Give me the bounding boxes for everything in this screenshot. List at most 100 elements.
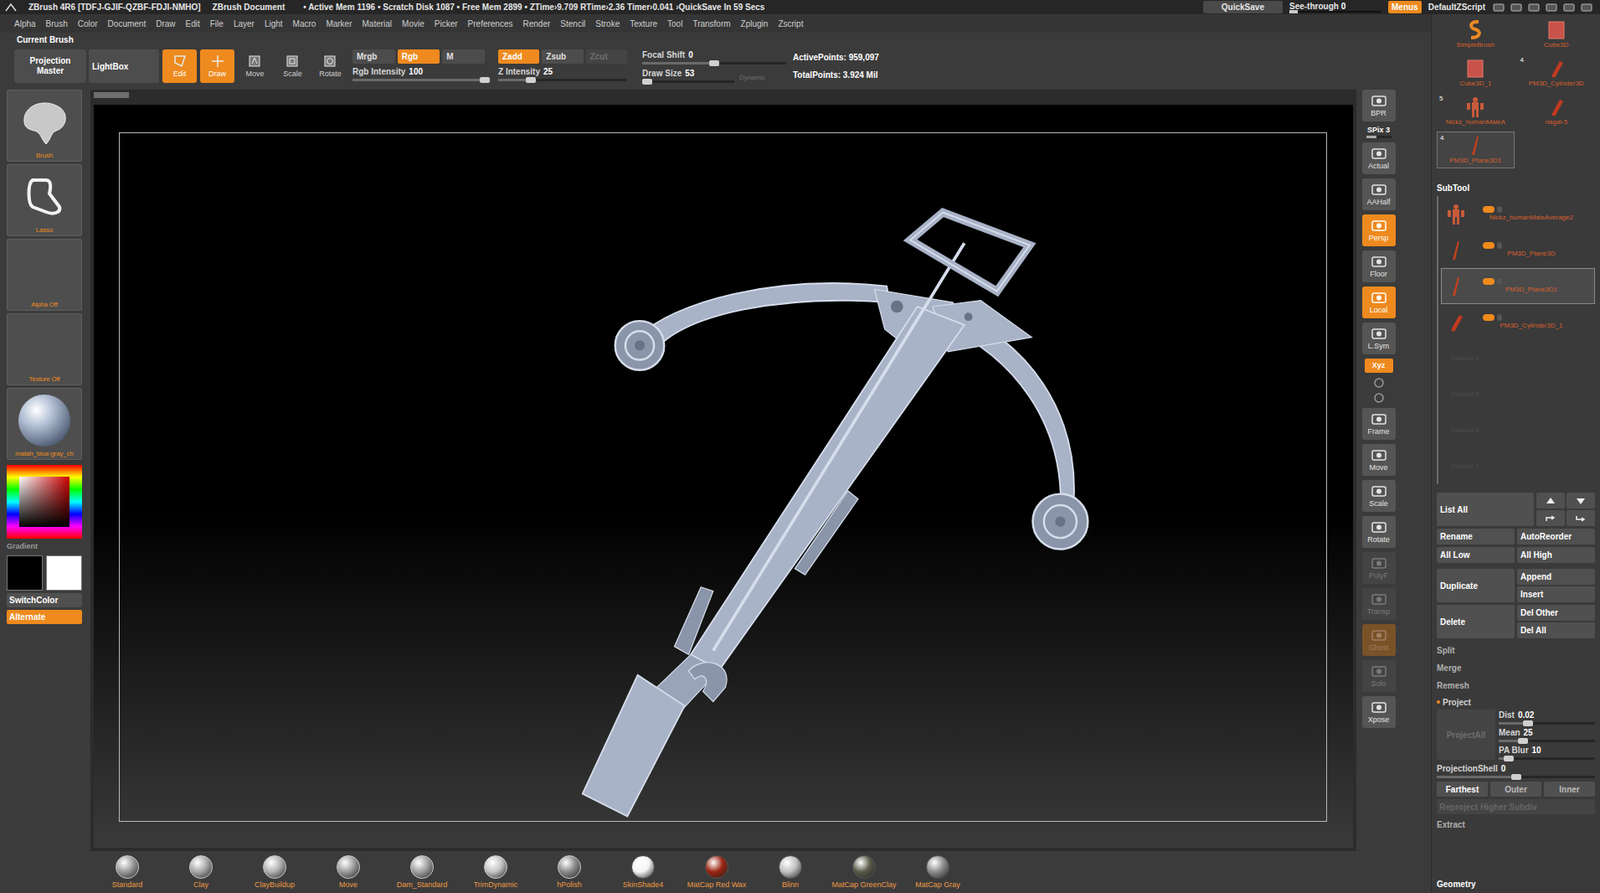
subtool-section[interactable]: Split bbox=[1436, 641, 1595, 659]
view-button[interactable]: Ghost bbox=[1362, 623, 1396, 656]
shell-mode-button[interactable]: Inner bbox=[1543, 781, 1595, 797]
menu-item[interactable]: Tool bbox=[667, 17, 683, 31]
window-control-icon[interactable] bbox=[1579, 2, 1594, 13]
tray-button[interactable]: List All bbox=[1436, 492, 1534, 526]
subtool-section[interactable]: Remesh bbox=[1436, 676, 1595, 695]
xyz-toggle[interactable]: Xyz bbox=[1364, 358, 1394, 373]
bottom-shelf-item[interactable]: SkinShade4 bbox=[606, 854, 680, 890]
view-button[interactable]: Scale bbox=[1362, 479, 1396, 512]
arrow-button[interactable] bbox=[1566, 509, 1595, 526]
shell-mode-button[interactable]: Outer bbox=[1490, 781, 1542, 797]
switch-color-button[interactable]: SwitchColor bbox=[6, 592, 83, 608]
slider[interactable]: Focal Shift0 bbox=[642, 49, 787, 65]
subtool-section[interactable]: Merge bbox=[1436, 658, 1595, 677]
view-button[interactable]: L.Sym bbox=[1362, 322, 1396, 355]
projection-master-button[interactable]: Projection Master bbox=[14, 49, 87, 83]
tray-button[interactable]: Insert bbox=[1517, 586, 1595, 602]
shell-mode-button[interactable]: Farthest bbox=[1436, 781, 1488, 797]
extract-section[interactable]: Extract bbox=[1436, 815, 1595, 833]
rotate-axis-icon[interactable] bbox=[1373, 391, 1385, 404]
spix-slider[interactable]: SPix 3 bbox=[1362, 125, 1396, 139]
slider-track[interactable] bbox=[498, 78, 628, 82]
mode-button[interactable]: Scale bbox=[275, 49, 310, 83]
view-button[interactable]: Xpose bbox=[1362, 695, 1396, 728]
tray-button[interactable]: AutoReorder bbox=[1517, 528, 1595, 545]
tray-button[interactable]: Del All bbox=[1517, 622, 1595, 638]
slider[interactable]: Dist0.02 bbox=[1498, 709, 1595, 725]
tool-thumbnail[interactable]: Cube3D bbox=[1517, 15, 1596, 53]
bottom-shelf-item[interactable]: Blinn bbox=[753, 854, 828, 890]
menu-item[interactable]: Preferences bbox=[468, 17, 514, 31]
toggle-button[interactable]: Zsub bbox=[541, 49, 583, 64]
toggle-button[interactable]: Zadd bbox=[498, 49, 540, 64]
crossbow-model[interactable] bbox=[90, 89, 1357, 851]
view-button[interactable]: Solo bbox=[1362, 659, 1396, 692]
bottom-shelf-item[interactable]: Move bbox=[311, 854, 386, 890]
project-section[interactable]: Project bbox=[1436, 694, 1595, 710]
arrow-button[interactable] bbox=[1566, 492, 1595, 509]
visibility-toggle[interactable] bbox=[1482, 241, 1495, 249]
bottom-shelf-item[interactable]: MatCap GreenClay bbox=[827, 854, 901, 890]
tool-thumbnail[interactable]: nagai-5 bbox=[1517, 92, 1596, 130]
visibility-toggle[interactable] bbox=[1482, 205, 1495, 213]
bottom-shelf-item[interactable]: hPolish bbox=[532, 854, 607, 890]
view-button[interactable]: Transp bbox=[1362, 587, 1396, 620]
view-button[interactable]: Persp bbox=[1362, 214, 1396, 247]
bottom-shelf-item[interactable]: Dam_Standard bbox=[385, 854, 459, 890]
slider[interactable]: PA Blur10 bbox=[1498, 744, 1595, 760]
slider[interactable]: Rgb Intensity100 bbox=[352, 66, 485, 82]
tray-button[interactable]: Del Other bbox=[1517, 604, 1595, 621]
bottom-shelf-item[interactable]: MatCap Gray bbox=[900, 854, 975, 890]
subtool-row[interactable]: PM3D_Plane3D1 bbox=[1440, 267, 1595, 304]
bottom-shelf-item[interactable]: TrimDynamic bbox=[458, 854, 533, 890]
slider-track[interactable] bbox=[642, 80, 735, 83]
tray-button[interactable]: All High bbox=[1517, 546, 1595, 563]
alternate-button[interactable]: Alternate bbox=[6, 609, 83, 624]
rotate-axis-icon[interactable] bbox=[1373, 376, 1385, 389]
tool-thumbnail[interactable]: 5Nickz_humanMaleA bbox=[1436, 92, 1515, 130]
menu-item[interactable]: Movie bbox=[401, 17, 425, 31]
menu-item[interactable]: Material bbox=[362, 17, 393, 31]
toggle-button[interactable]: M bbox=[442, 49, 485, 64]
window-control-icon[interactable] bbox=[1509, 2, 1523, 13]
slider-track[interactable] bbox=[642, 61, 787, 65]
menu-item[interactable]: Transform bbox=[692, 17, 731, 31]
tray-button[interactable]: Duplicate bbox=[1436, 568, 1515, 602]
menu-item[interactable]: Marker bbox=[325, 17, 352, 31]
shelf-thumbnail[interactable]: matah_blue-gray_ch bbox=[6, 387, 83, 460]
toggle-button[interactable]: Rgb bbox=[397, 49, 441, 64]
menu-item[interactable]: Color bbox=[77, 17, 98, 31]
menu-item[interactable]: File bbox=[210, 17, 224, 31]
view-button[interactable]: Rotate bbox=[1362, 515, 1396, 548]
menu-item[interactable]: Stroke bbox=[595, 17, 620, 31]
color-swatch[interactable] bbox=[6, 555, 43, 591]
project-all-button[interactable]: ProjectAll bbox=[1436, 709, 1496, 760]
tray-button[interactable]: Append bbox=[1517, 568, 1595, 585]
bottom-shelf-item[interactable]: MatCap Red Wax bbox=[679, 854, 754, 890]
view-button[interactable]: Move bbox=[1362, 443, 1396, 476]
window-control-icon[interactable] bbox=[1544, 2, 1559, 13]
view-button[interactable]: Actual bbox=[1362, 142, 1396, 175]
mode-button[interactable]: Move bbox=[237, 49, 273, 83]
arrow-button[interactable] bbox=[1536, 509, 1565, 526]
slider-track[interactable] bbox=[1436, 775, 1595, 778]
slider-track[interactable] bbox=[1498, 721, 1595, 725]
window-control-icon[interactable] bbox=[1527, 2, 1541, 13]
tool-thumbnail[interactable]: 4PM3D_Cylinder3D bbox=[1517, 54, 1596, 92]
view-button[interactable]: Frame bbox=[1362, 407, 1396, 440]
bottom-shelf-item[interactable]: Clay bbox=[164, 854, 238, 890]
visibility-toggle[interactable] bbox=[1482, 313, 1495, 321]
window-control-icon[interactable] bbox=[1491, 2, 1506, 13]
menu-item[interactable]: Macro bbox=[293, 17, 317, 31]
slider[interactable]: ProjectionShell0 bbox=[1436, 762, 1595, 778]
slider-track[interactable] bbox=[352, 78, 485, 82]
menu-item[interactable]: Edit bbox=[185, 17, 201, 31]
quicksave-button[interactable]: QuickSave bbox=[1203, 0, 1283, 14]
bottom-shelf-item[interactable]: ClayBuildup bbox=[237, 854, 312, 890]
subtool-header[interactable]: SubTool bbox=[1436, 181, 1595, 195]
tool-thumbnail[interactable]: Cube3D_1 bbox=[1436, 54, 1515, 92]
menu-item[interactable]: Brush bbox=[46, 17, 68, 31]
shelf-thumbnail[interactable]: Alpha Off bbox=[6, 238, 83, 311]
view-button[interactable]: Floor bbox=[1362, 250, 1396, 283]
mode-button[interactable]: Edit bbox=[162, 49, 197, 83]
